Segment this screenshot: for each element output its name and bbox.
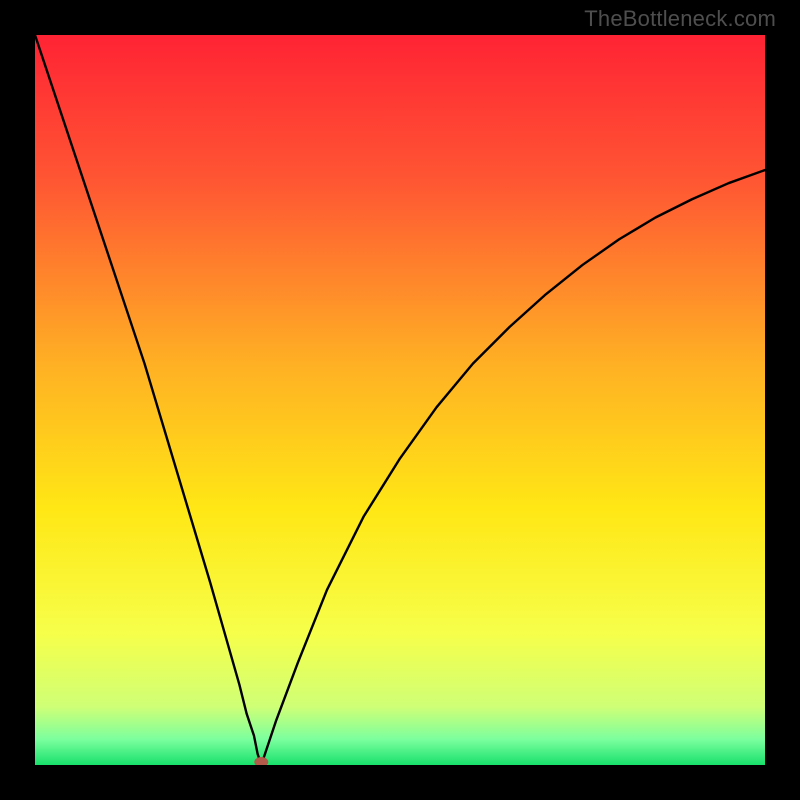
plot-area — [35, 35, 765, 765]
watermark-text: TheBottleneck.com — [584, 6, 776, 32]
chart-frame: TheBottleneck.com — [0, 0, 800, 800]
curve-layer — [35, 35, 765, 765]
bottleneck-curve — [35, 35, 765, 765]
minimum-marker — [254, 757, 268, 765]
